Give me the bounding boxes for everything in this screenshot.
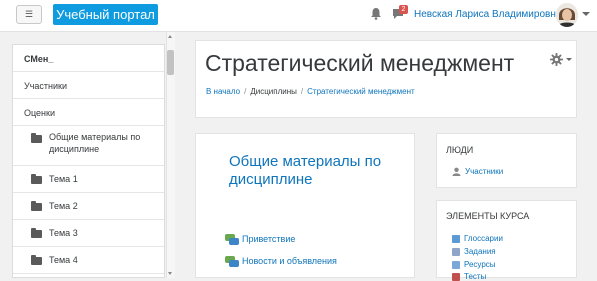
avatar[interactable]: [556, 3, 578, 27]
breadcrumb: В начало / Дисциплины / Стратегический менед…: [206, 87, 415, 96]
scroll-up-arrow-icon[interactable]: [168, 35, 172, 38]
drawer-item-label: Общие материалы по дисциплине: [49, 132, 141, 154]
glossary-icon: [452, 234, 460, 243]
drawer-item-general-materials[interactable]: Общие материалы по дисциплине: [13, 126, 164, 166]
chevron-down-icon[interactable]: [582, 12, 590, 16]
resource-icon: [452, 260, 460, 269]
breadcrumb-separator: /: [300, 87, 304, 96]
drawer-item-label: СМен_: [24, 54, 54, 64]
user-icon: [452, 167, 461, 177]
section-title-link[interactable]: Общие материалы по дисциплине: [229, 153, 409, 189]
forum-icon: [225, 256, 239, 268]
drawer-item-label: Тема 1: [49, 174, 78, 184]
gear-icon[interactable]: [550, 53, 563, 66]
page-title: Стратегический менеджмент: [205, 50, 515, 76]
drawer-item-grades[interactable]: Оценки: [13, 99, 164, 126]
user-photo: [556, 3, 578, 27]
folder-icon: [31, 201, 42, 211]
folder-icon: [31, 255, 42, 265]
quiz-icon: [452, 272, 460, 281]
drawer-item-label: Тема 4: [49, 255, 78, 265]
people-block: [436, 133, 577, 188]
drawer-item-label: Тема 3: [49, 228, 78, 238]
breadcrumb-course-link[interactable]: Стратегический менеджмент: [307, 87, 415, 96]
drawer-item-topic-1[interactable]: Тема 1: [13, 166, 164, 193]
folder-icon: [31, 133, 42, 143]
course-navigation-drawer: СМен_ Участники Оценки Общие материалы п…: [12, 44, 165, 278]
drawer-item-topic-3[interactable]: Тема 3: [13, 220, 164, 247]
menu-toggle-button[interactable]: ☰: [16, 5, 42, 24]
quizzes-link-label: Тесты: [464, 272, 487, 281]
scrollbar-thumb[interactable]: [167, 50, 174, 75]
bell-icon[interactable]: [370, 7, 382, 20]
folder-icon: [31, 228, 42, 238]
breadcrumb-disciplines-link[interactable]: Дисциплины: [250, 87, 297, 96]
glossary-link[interactable]: Глоссарии: [452, 234, 503, 243]
resources-link[interactable]: Ресурсы: [452, 260, 496, 269]
scroll-down-arrow-icon[interactable]: [168, 272, 172, 275]
forum-icon: [225, 234, 239, 246]
messages-badge: 2: [399, 5, 408, 14]
user-name-link[interactable]: Невская Лариса Владимировна: [414, 9, 561, 20]
breadcrumb-home-link[interactable]: В начало: [206, 87, 240, 96]
activity-label: Новости и объявления: [242, 256, 337, 266]
activity-label: Приветствие: [242, 234, 296, 244]
assignments-link-label: Задания: [464, 247, 496, 256]
assignments-link[interactable]: Задания: [452, 247, 496, 256]
drawer-item-topic-4[interactable]: Тема 4: [13, 247, 164, 274]
glossary-link-label: Глоссарии: [464, 234, 503, 243]
activity-link-welcome[interactable]: Приветствие: [225, 234, 296, 246]
drawer-item-label: Оценки: [24, 108, 55, 118]
course-elements-block-title: ЭЛЕМЕНТЫ КУРСА: [446, 211, 530, 221]
site-brand-link[interactable]: Учебный портал: [53, 4, 158, 25]
drawer-item-label: Тема 2: [49, 201, 78, 211]
hamburger-icon: ☰: [24, 9, 34, 19]
drawer-item-topic-2[interactable]: Тема 2: [13, 193, 164, 220]
folder-icon: [31, 174, 42, 184]
people-block-title: ЛЮДИ: [446, 145, 474, 155]
drawer-item-course[interactable]: СМен_: [13, 45, 164, 72]
resources-link-label: Ресурсы: [464, 260, 496, 269]
assignment-icon: [452, 247, 460, 256]
quizzes-link[interactable]: Тесты: [452, 272, 486, 281]
participants-link[interactable]: Участники: [452, 167, 504, 177]
chevron-down-icon[interactable]: [566, 58, 572, 61]
drawer-item-participants[interactable]: Участники: [13, 72, 164, 99]
activity-link-news[interactable]: Новости и объявления: [225, 256, 337, 268]
drawer-item-label: Участники: [24, 81, 67, 91]
participants-link-label: Участники: [465, 167, 504, 176]
breadcrumb-separator: /: [244, 87, 247, 96]
